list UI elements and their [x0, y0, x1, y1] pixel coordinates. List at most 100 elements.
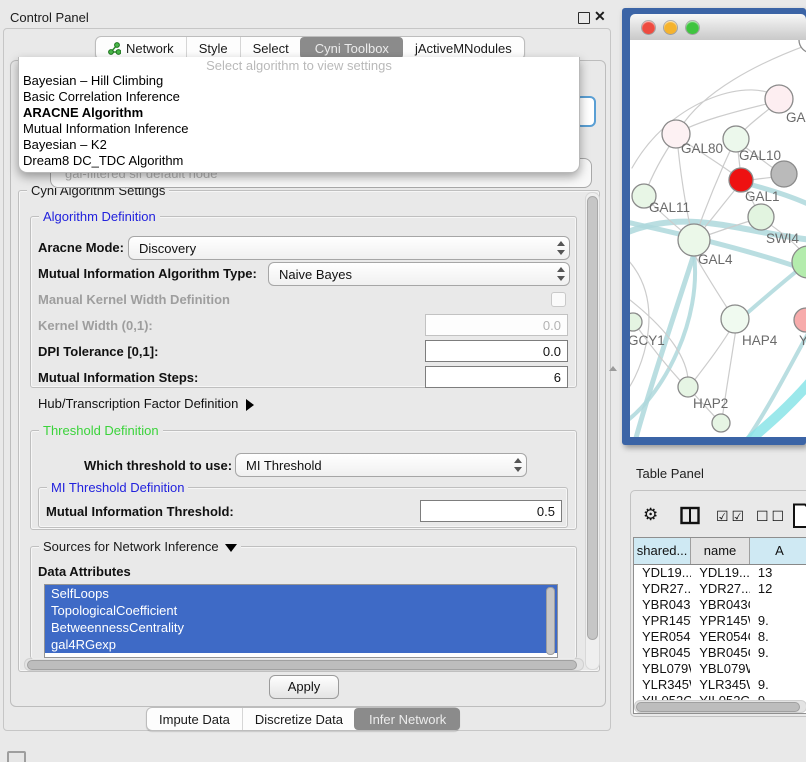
mi-threshold-field[interactable]: 0.5	[420, 500, 562, 522]
table-cell[interactable]	[750, 661, 806, 677]
tab-select[interactable]: Select	[240, 37, 301, 59]
splitter-handle[interactable]	[609, 366, 617, 371]
table-cell[interactable]: 9.	[750, 645, 806, 661]
table-cell[interactable]: YBR045C	[691, 645, 750, 661]
mi-steps-field[interactable]: 6	[425, 366, 568, 388]
algorithm-option-dream8-dc-tdc-algorithm[interactable]: Dream8 DC_TDC Algorithm	[19, 153, 579, 169]
hub-expander-label: Hub/Transcription Factor Definition	[38, 396, 238, 411]
select-all-checkboxes-icon[interactable]: ☑☑	[716, 508, 747, 525]
table-cell[interactable]: YBR045C	[634, 645, 691, 661]
table-cell[interactable]: YER054C	[634, 629, 691, 645]
column-header-name[interactable]: name	[691, 538, 750, 564]
table-cell[interactable]: YBL079W	[691, 661, 750, 677]
tab-cyni-toolbox[interactable]: Cyni Toolbox	[300, 37, 403, 59]
table-cell[interactable]: 13	[750, 565, 806, 581]
table-cell[interactable]: 8.	[750, 629, 806, 645]
table-cell[interactable]: YDR27...	[634, 581, 691, 597]
table-horizontal-scrollbar-thumb[interactable]	[636, 702, 800, 712]
table-row[interactable]: YBR043CYBR043C	[634, 597, 806, 613]
table-cell[interactable]: 12	[750, 581, 806, 597]
table-cell[interactable]	[750, 597, 806, 613]
algorithm-option-mutual-information-inference[interactable]: Mutual Information Inference	[19, 121, 579, 137]
algorithm-option-aracne-algorithm[interactable]: ARACNE Algorithm	[19, 105, 579, 121]
table-cell[interactable]: YLR345W	[691, 677, 750, 693]
node-table: shared...nameA YDL19...YDL19...13YDR27..…	[633, 537, 806, 714]
network-node-gal[interactable]	[765, 85, 793, 113]
manual-kernel-checkbox[interactable]	[551, 292, 566, 307]
table-cell[interactable]: YPR145W	[691, 613, 750, 629]
attribute-item-topologicalcoefficient[interactable]: TopologicalCoefficient	[45, 602, 557, 619]
close-icon[interactable]: ✕	[594, 8, 606, 25]
network-node[interactable]	[799, 40, 806, 53]
table-cell[interactable]: YLR345W	[634, 677, 691, 693]
table-row[interactable]: YPR145WYPR145W9.	[634, 613, 806, 629]
bottom-tab-label: Impute Data	[159, 712, 230, 727]
settings-horizontal-scrollbar-thumb[interactable]	[27, 660, 577, 670]
table-row[interactable]: YDR27...YDR27...12	[634, 581, 806, 597]
kernel-width-field[interactable]: 0.0	[425, 314, 568, 336]
tab-jactivemnodules[interactable]: jActiveMNodules	[402, 37, 524, 59]
tab-style[interactable]: Style	[186, 37, 240, 59]
document-icon[interactable]	[792, 503, 806, 529]
table-cell[interactable]: YDL19...	[634, 565, 691, 581]
network-node-label: GAL4	[698, 252, 733, 267]
bottom-tab-discretize-data[interactable]: Discretize Data	[242, 708, 355, 730]
mi-type-label: Mutual Information Algorithm Type:	[38, 266, 257, 281]
column-header-shared[interactable]: shared...	[634, 538, 691, 564]
settings-vertical-scrollbar-thumb[interactable]	[587, 196, 598, 640]
bottom-tab-infer-network[interactable]: Infer Network	[354, 708, 460, 730]
which-threshold-combo[interactable]: MI Threshold	[235, 453, 527, 477]
deselect-all-checkboxes-icon[interactable]: ☐☐	[756, 508, 787, 525]
table-cell[interactable]: YER054C	[691, 629, 750, 645]
mi-type-combo[interactable]: Naive Bayes	[268, 262, 570, 286]
sources-group-title: Sources for Network Inference	[39, 539, 241, 554]
network-node[interactable]	[712, 414, 730, 432]
attributes-list-scrollbar-thumb[interactable]	[546, 587, 555, 655]
window-minimize-icon[interactable]	[664, 21, 677, 34]
network-window-titlebar[interactable]	[630, 14, 806, 41]
apply-button[interactable]: Apply	[269, 675, 339, 699]
network-node-y[interactable]	[794, 308, 806, 332]
table-row[interactable]: YLR345WYLR345W9.	[634, 677, 806, 693]
aracne-mode-combo[interactable]: Discovery	[128, 236, 570, 260]
attribute-item-selfloops[interactable]: SelfLoops	[45, 585, 557, 602]
table-row[interactable]: YDL19...YDL19...13	[634, 565, 806, 581]
table-row[interactable]: YBR045CYBR045C9.	[634, 645, 806, 661]
combo-stepper-icon	[512, 457, 523, 473]
window-close-icon[interactable]	[642, 21, 655, 34]
minimized-panel-icon[interactable]	[7, 751, 26, 762]
float-window-icon[interactable]	[578, 12, 590, 24]
bottom-tab-impute-data[interactable]: Impute Data	[147, 708, 242, 730]
control-panel-title: Control Panel	[10, 10, 89, 25]
network-node[interactable]	[748, 204, 774, 230]
network-node[interactable]	[771, 161, 797, 187]
mi-steps-value: 6	[554, 370, 561, 385]
table-row[interactable]: YER054CYER054C8.	[634, 629, 806, 645]
algorithm-option-basic-correlation-inference[interactable]: Basic Correlation Inference	[19, 89, 579, 105]
table-cell[interactable]: YBL079W	[634, 661, 691, 677]
tab-network[interactable]: Network	[96, 37, 186, 59]
table-cell[interactable]: YDL19...	[691, 565, 750, 581]
network-node-hap2[interactable]	[678, 377, 698, 397]
hub-expander[interactable]: Hub/Transcription Factor Definition	[38, 396, 254, 411]
window-zoom-icon[interactable]	[686, 21, 699, 34]
network-node-label: HAP4	[742, 333, 778, 348]
attribute-item-betweennesscentrality[interactable]: BetweennessCentrality	[45, 619, 557, 636]
attribute-item-gal4rgexp[interactable]: gal4RGexp	[45, 636, 557, 653]
algorithm-option-bayesian-k2[interactable]: Bayesian – K2	[19, 137, 579, 153]
network-view[interactable]: GALGAL80GAL10GAL1GAL11SWI4GAL4GCY1HAP4YH…	[630, 40, 806, 437]
table-cell[interactable]: 9.	[750, 613, 806, 629]
table-cell[interactable]: YBR043C	[634, 597, 691, 613]
table-cell[interactable]: YBR043C	[691, 597, 750, 613]
column-header-a[interactable]: A	[750, 538, 806, 564]
network-node-hap4[interactable]	[721, 305, 749, 333]
network-node-gcy1[interactable]	[630, 313, 642, 331]
dpi-tolerance-field[interactable]: 0.0	[425, 340, 568, 362]
algorithm-option-bayesian-hill-climbing[interactable]: Bayesian – Hill Climbing	[19, 73, 579, 89]
table-row[interactable]: YBL079WYBL079W	[634, 661, 806, 677]
column-layout-icon[interactable]	[680, 506, 700, 526]
table-cell[interactable]: YDR27...	[691, 581, 750, 597]
gear-icon[interactable]: ⚙	[643, 505, 658, 525]
table-cell[interactable]: 9.	[750, 677, 806, 693]
table-cell[interactable]: YPR145W	[634, 613, 691, 629]
